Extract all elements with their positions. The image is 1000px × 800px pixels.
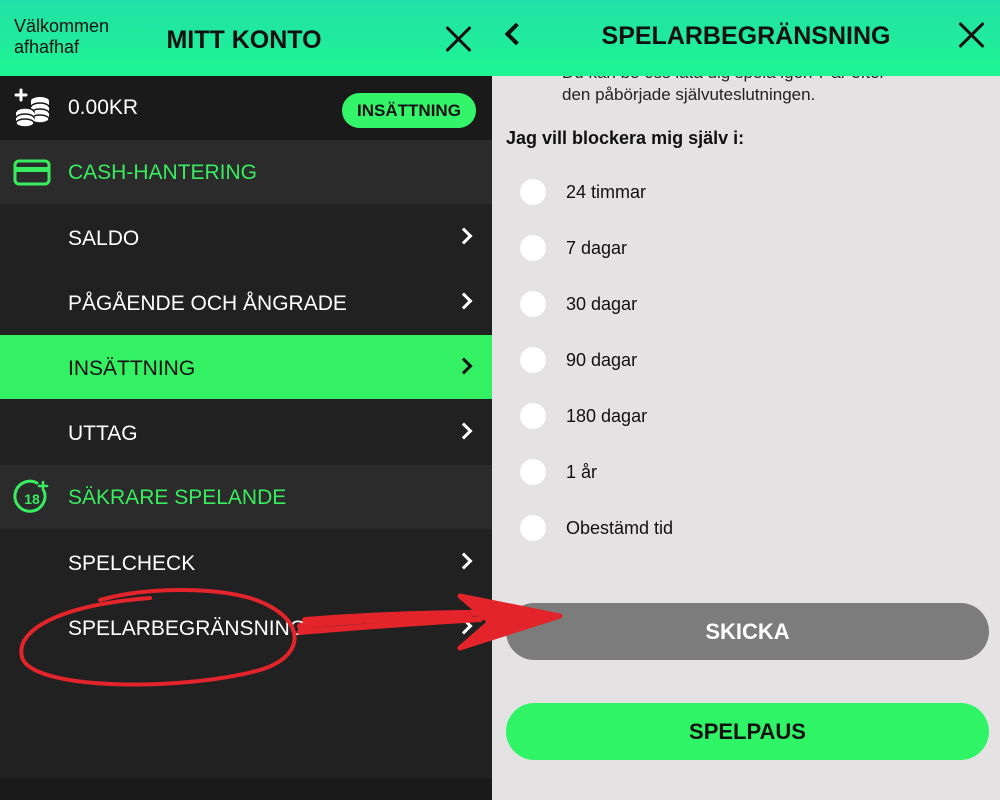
menu-item-deposit[interactable]: INSÄTTNING xyxy=(0,335,492,399)
balance-amount: 0.00KR xyxy=(68,96,139,119)
radio-button[interactable] xyxy=(520,291,546,317)
submit-button[interactable]: SKICKA xyxy=(506,603,989,660)
radio-button[interactable] xyxy=(520,235,546,261)
radio-button[interactable] xyxy=(520,179,546,205)
menu-item-player-limits[interactable]: SPELARBEGRÄNSNING xyxy=(0,595,492,659)
player-limits-panel: SPELARBEGRÄNSNING Du kan be oss låta dig… xyxy=(492,0,1000,800)
menu-item-label: UTTAG xyxy=(68,422,138,445)
option-label: 1 år xyxy=(566,462,598,482)
close-icon[interactable] xyxy=(444,24,474,54)
chevron-right-icon xyxy=(455,227,473,245)
option-90-days[interactable]: 90 dagar xyxy=(520,345,820,375)
option-label: 7 dagar xyxy=(566,238,628,258)
game-pause-button[interactable]: SPELPAUS xyxy=(506,703,989,760)
menu-item-label: SPELCHECK xyxy=(68,552,196,575)
svg-text:18: 18 xyxy=(24,491,40,507)
option-label: 180 dagar xyxy=(566,406,648,426)
option-180-days[interactable]: 180 dagar xyxy=(520,401,820,431)
section-label: SÄKRARE SPELANDE xyxy=(68,486,287,509)
account-menu-panel: Välkommen afhafhaf MITT KONTO 0.00KR INS… xyxy=(0,0,492,800)
option-label: 30 dagar xyxy=(566,294,638,314)
radio-button[interactable] xyxy=(520,459,546,485)
chevron-right-icon xyxy=(455,357,473,375)
deposit-button[interactable]: INSÄTTNING xyxy=(342,93,476,128)
menu-item-withdrawal[interactable]: UTTAG xyxy=(0,400,492,464)
menu-item-label: PÅGÅENDE OCH ÅNGRADE xyxy=(68,292,347,315)
card-icon xyxy=(13,159,51,186)
option-indefinite[interactable]: Obestämd tid xyxy=(520,513,820,543)
close-icon[interactable] xyxy=(957,20,987,50)
menu-item-label: SPELARBEGRÄNSNING xyxy=(68,617,307,640)
option-24-hours[interactable]: 24 timmar xyxy=(520,177,820,207)
radio-button[interactable] xyxy=(520,515,546,541)
menu-item-label: SALDO xyxy=(68,227,140,250)
section-label: CASH-HANTERING xyxy=(68,161,258,184)
age-18-icon: 18 xyxy=(13,479,49,513)
block-question: Jag vill blockera mig själv i: xyxy=(506,128,745,148)
option-30-days[interactable]: 30 dagar xyxy=(520,289,820,319)
intro-line: den påbörjade självuteslutningen. xyxy=(562,85,816,104)
chevron-right-icon xyxy=(455,292,473,310)
option-label: Obestämd tid xyxy=(566,518,674,538)
menu-item-game-check[interactable]: SPELCHECK xyxy=(0,530,492,594)
chevron-right-icon xyxy=(455,617,473,635)
footer-strip xyxy=(0,778,492,800)
account-title: MITT KONTO xyxy=(166,26,322,54)
option-label: 90 dagar xyxy=(566,350,638,370)
option-7-days[interactable]: 7 dagar xyxy=(520,233,820,263)
chevron-right-icon xyxy=(455,422,473,440)
menu-item-pending-cancelled[interactable]: PÅGÅENDE OCH ÅNGRADE xyxy=(0,270,492,334)
player-limits-header: SPELARBEGRÄNSNING xyxy=(492,0,1000,76)
coins-icon xyxy=(14,88,50,128)
option-1-year[interactable]: 1 år xyxy=(520,457,820,487)
section-safer-gambling: 18 SÄKRARE SPELANDE xyxy=(0,465,492,529)
menu-item-saldo[interactable]: SALDO xyxy=(0,205,492,269)
option-label: 24 timmar xyxy=(566,182,647,202)
radio-button[interactable] xyxy=(520,347,546,373)
section-cash-management: CASH-HANTERING xyxy=(0,140,492,204)
chevron-right-icon xyxy=(455,552,473,570)
menu-item-label: INSÄTTNING xyxy=(68,357,196,380)
player-limits-title: SPELARBEGRÄNSNING xyxy=(601,22,891,50)
radio-button[interactable] xyxy=(520,403,546,429)
account-header: Välkommen afhafhaf MITT KONTO xyxy=(0,0,492,76)
